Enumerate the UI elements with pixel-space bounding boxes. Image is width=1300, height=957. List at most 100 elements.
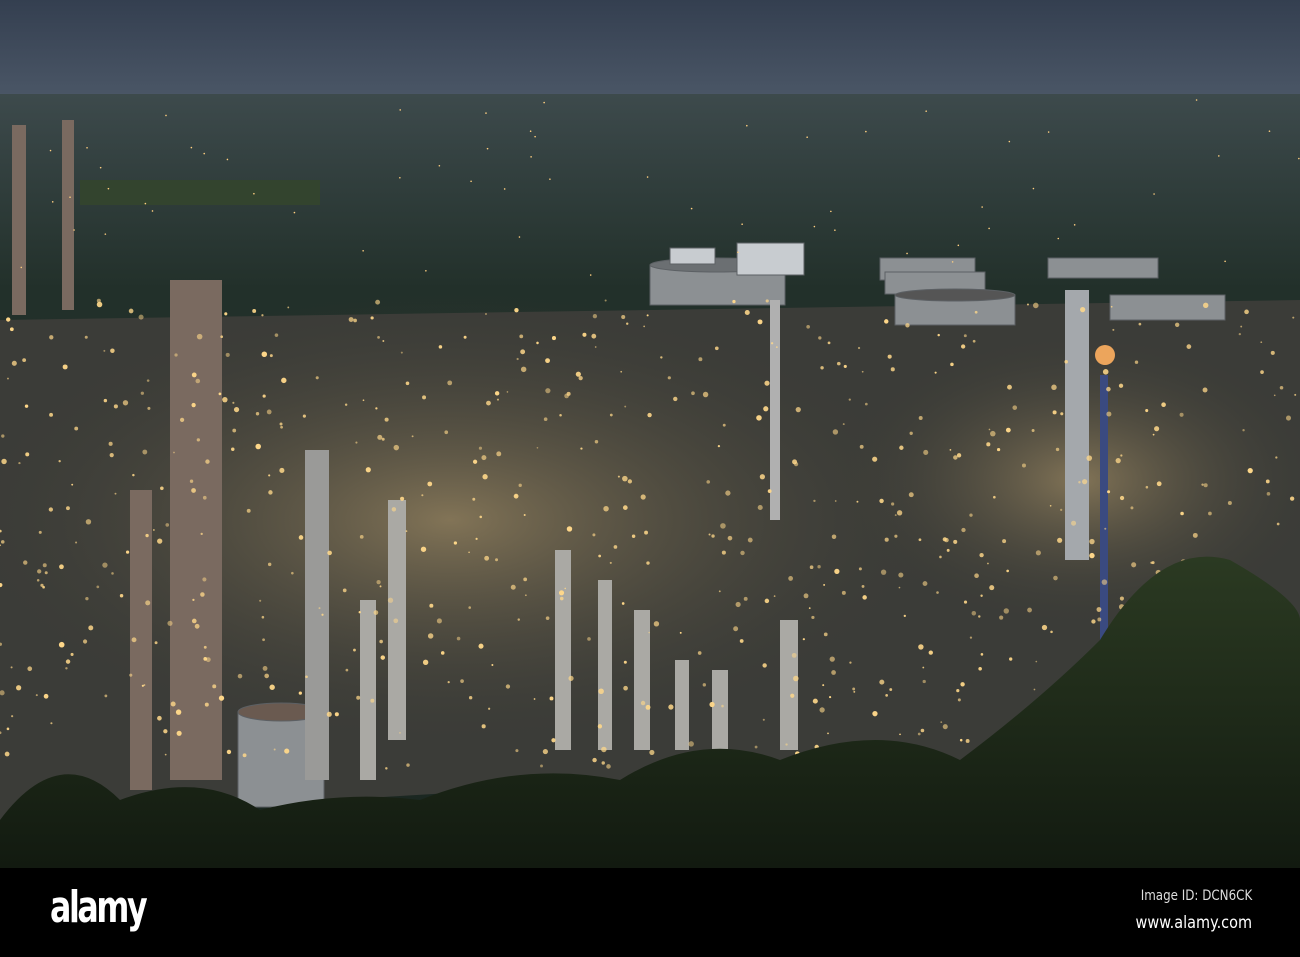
light-dot [1201, 483, 1204, 486]
light-dot [1186, 344, 1192, 349]
light-dot [517, 618, 520, 621]
distant-light [151, 210, 154, 212]
light-dot [533, 698, 536, 700]
distant-light [399, 176, 401, 179]
light-dot [1203, 483, 1208, 488]
light-dot [953, 539, 958, 544]
light-dot [318, 607, 321, 610]
light-dot [887, 354, 892, 359]
light-dot [1096, 607, 1102, 612]
light-dot [157, 538, 163, 544]
light-dot [393, 618, 399, 624]
refinery-night-photo [0, 0, 1300, 868]
distant-light [203, 152, 206, 155]
light-dot [940, 721, 943, 724]
light-dot [823, 583, 826, 586]
light-dot [212, 684, 217, 689]
distant-light [1153, 193, 1155, 195]
light-dot [718, 590, 721, 593]
light-dot [232, 401, 235, 404]
light-dot [44, 571, 48, 575]
light-dot [711, 534, 715, 538]
light-dot [220, 335, 224, 339]
light-dot [284, 748, 290, 754]
light-dot [463, 335, 467, 339]
light-dot [520, 366, 527, 373]
light-dot [872, 711, 878, 717]
light-dot [819, 707, 825, 713]
light-dot [370, 316, 374, 320]
distant-light [1008, 140, 1011, 143]
distant-light [957, 244, 960, 247]
light-dot [621, 315, 626, 320]
light-dot [342, 588, 347, 593]
light-dot [617, 475, 620, 478]
light-dot [88, 625, 94, 631]
light-dot [937, 333, 940, 337]
light-dot [842, 423, 845, 426]
light-dot [1031, 429, 1035, 432]
light-dot [1131, 562, 1137, 568]
light-dot [179, 417, 185, 422]
light-dot [50, 722, 53, 725]
distant-light [144, 202, 147, 205]
light-dot [922, 666, 925, 669]
light-dot [218, 392, 222, 396]
light-dot [202, 495, 207, 500]
light-dot [759, 474, 765, 480]
light-dot [373, 610, 379, 615]
light-dot [827, 341, 831, 345]
light-dot [834, 500, 837, 502]
light-dot [1227, 500, 1232, 505]
light-dot [96, 301, 103, 308]
light-dot [232, 428, 237, 433]
light-dot [103, 398, 108, 403]
light-dot [848, 398, 851, 401]
light-dot [1120, 454, 1123, 457]
light-dot [978, 667, 982, 671]
light-dot [375, 299, 381, 305]
light-dot [261, 314, 264, 317]
light-dot [174, 353, 178, 357]
light-dot [1060, 412, 1064, 416]
light-dot [440, 651, 445, 655]
light-dot [485, 313, 487, 315]
light-dot [934, 371, 937, 374]
light-dot [889, 688, 893, 691]
distant-light [190, 146, 193, 149]
light-dot [252, 309, 257, 313]
light-dot [942, 724, 948, 730]
light-dot [993, 495, 996, 499]
light-dot [559, 596, 564, 601]
light-dot [793, 675, 799, 682]
light-dot [606, 764, 611, 769]
light-dot [831, 670, 836, 675]
light-dot [640, 700, 646, 706]
light-dot [979, 552, 984, 558]
light-dot [667, 376, 671, 380]
light-dot [379, 639, 383, 644]
light-dot [75, 541, 78, 544]
light-dot [49, 335, 54, 340]
light-dot [996, 447, 1001, 452]
light-dot [909, 431, 913, 435]
light-dot [274, 333, 279, 337]
light-dot [1276, 522, 1280, 526]
light-dot [640, 494, 646, 500]
light-dot [1203, 302, 1209, 309]
light-dot [23, 560, 28, 565]
light-dot [1156, 481, 1162, 487]
light-dot [963, 334, 967, 338]
light-dot [754, 745, 758, 749]
light-dot [478, 643, 484, 649]
light-dot [598, 554, 602, 558]
light-dot [1270, 350, 1275, 355]
light-dot [960, 682, 965, 687]
light-dot [1102, 369, 1109, 375]
light-dot [1041, 624, 1048, 631]
light-dot [928, 650, 933, 655]
light-dot [1057, 537, 1063, 543]
distant-light [813, 225, 816, 228]
light-dot [43, 693, 49, 699]
light-dot [1, 458, 7, 465]
